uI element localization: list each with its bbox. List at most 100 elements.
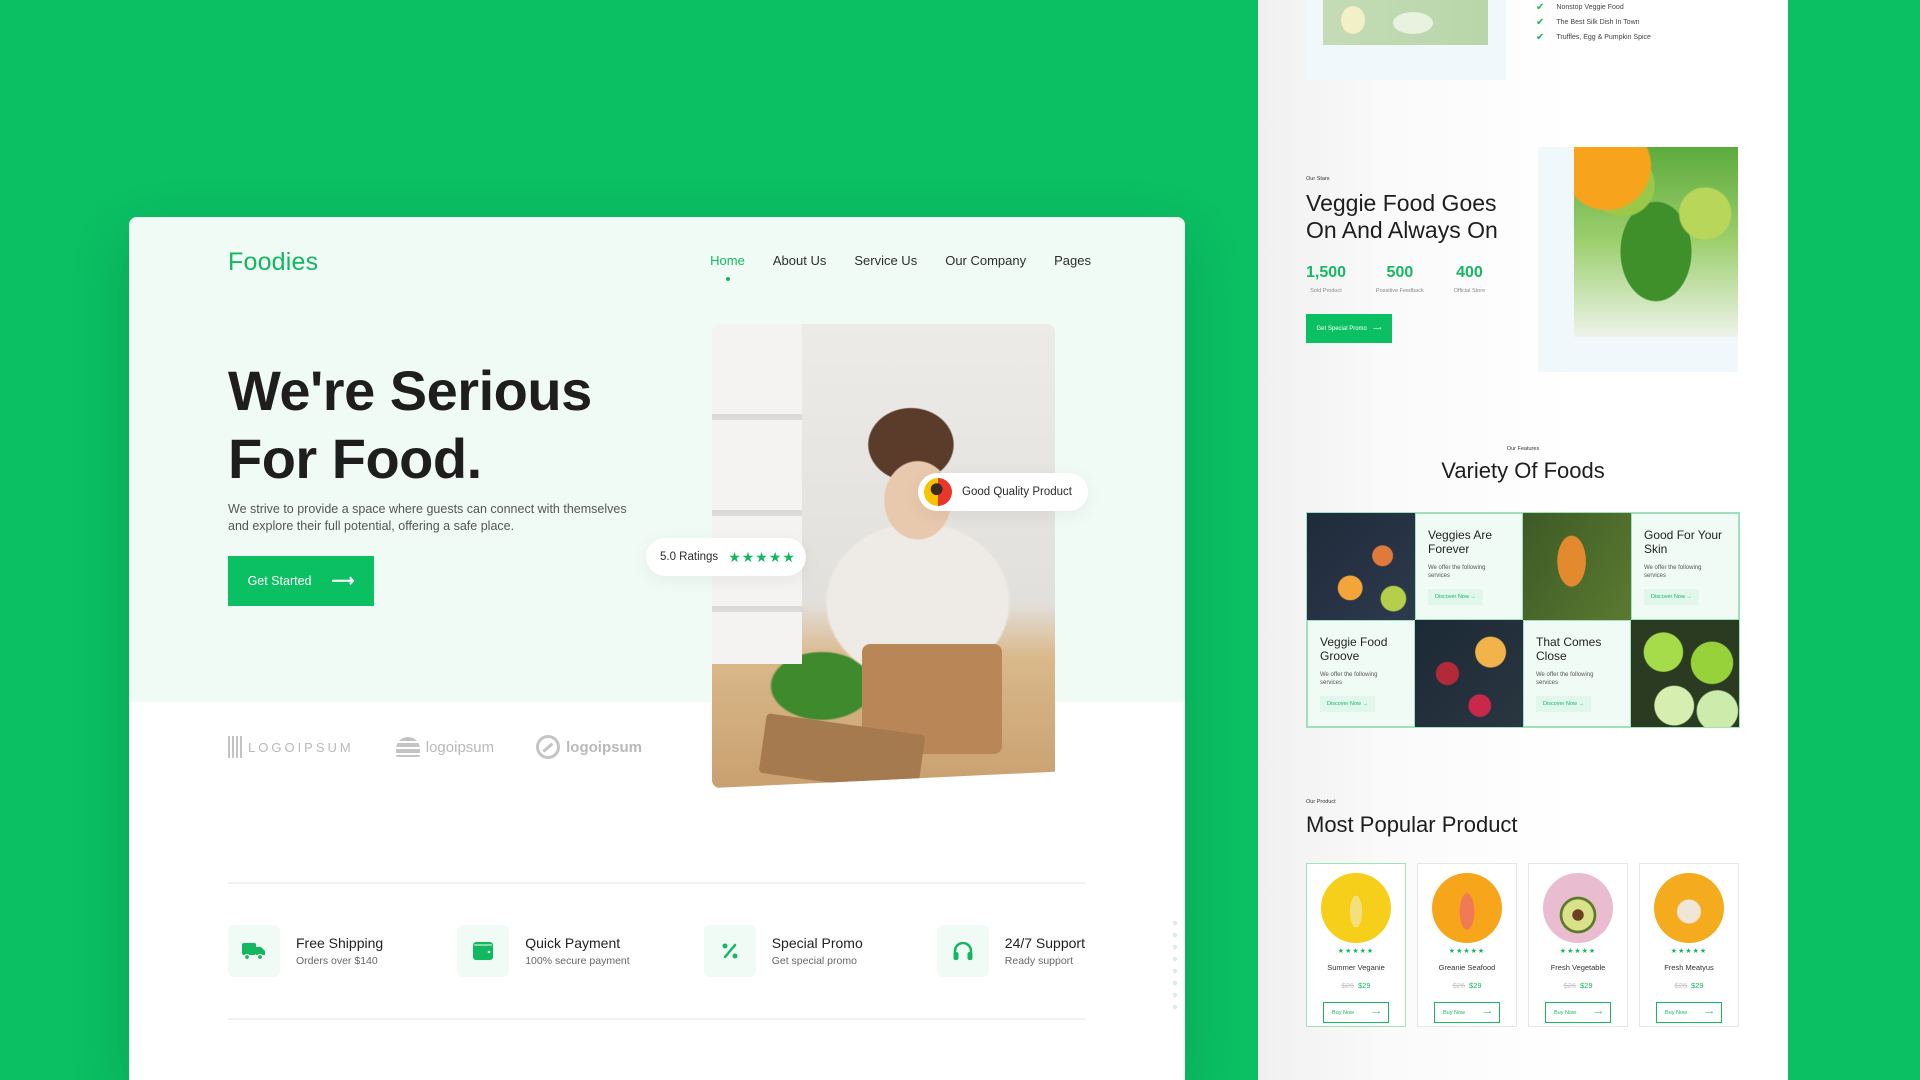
product-old-price: $26: [1674, 981, 1687, 990]
arrow-right-icon: ⟶: [331, 573, 355, 590]
papaya-tile-image: [1523, 513, 1631, 620]
truck-icon: [228, 925, 280, 977]
feature-card-good-for-skin: Good For Your Skin We offer the followin…: [1631, 513, 1739, 620]
checklist: ✔ ✔ Nonstop Veggie Food ✔ The Best Silk Di…: [1536, 0, 1651, 45]
nav-our-company[interactable]: Our Company: [945, 253, 1026, 268]
product-image: [1543, 873, 1613, 943]
landing-page-card: Foodies Home About Us Service Us Our Com…: [129, 217, 1185, 1080]
products-section-title: Most Popular Product: [1306, 812, 1518, 837]
product-price: $26 $29: [1563, 981, 1592, 990]
fruits-tile-image: [1415, 620, 1523, 727]
feature-title: Free Shipping: [296, 935, 384, 951]
dot-pattern-decoration-faint: [1169, 917, 1185, 1017]
stat-official-store: 400 Official Store: [1454, 264, 1485, 294]
discover-now-button[interactable]: Discover Now →: [1320, 696, 1375, 712]
star-rating-icon: ★★★★★: [1448, 948, 1486, 955]
stats-section-label: Our Stars: [1306, 176, 1330, 182]
checklist-text: The Best Silk Dish In Town: [1556, 19, 1640, 26]
product-name: Fresh Meatyus: [1664, 963, 1714, 972]
product-current-price: $29: [1691, 981, 1704, 990]
product-card[interactable]: ★★★★★ Fresh Vegetable $26 $29 Buy Now ⟶: [1528, 863, 1628, 1027]
product-current-price: $29: [1580, 981, 1593, 990]
quality-badge-label: Good Quality Product: [962, 486, 1072, 498]
feature-quick-payment: Quick Payment 100% secure payment: [457, 925, 630, 977]
arrow-right-icon: ⟶: [1483, 1009, 1491, 1016]
check-icon: ✔: [1536, 2, 1545, 13]
get-special-promo-label: Get Special Promo: [1316, 325, 1367, 332]
wallet-icon: [457, 925, 510, 977]
vegetables-tile-image: [1307, 513, 1415, 620]
partner-logo-text: logoipsum: [566, 738, 642, 756]
feature-card-title: Veggie Food Groove: [1320, 635, 1388, 663]
feature-subtitle: 100% secure payment: [525, 955, 630, 967]
nav-about-us[interactable]: About Us: [773, 253, 826, 268]
checklist-text: Nonstop Veggie Food: [1556, 4, 1624, 11]
partner-logo-3: logoipsum: [536, 735, 642, 759]
star-rating-icon: ★★★★★: [1559, 948, 1597, 955]
feature-card-title: That Comes Close: [1536, 635, 1602, 663]
discover-now-button[interactable]: Discover Now →: [1644, 589, 1699, 605]
arrow-right-icon: ⟶: [1705, 1009, 1713, 1016]
stat-label: Official Store: [1453, 288, 1486, 294]
buy-now-button[interactable]: Buy Now ⟶: [1656, 1002, 1722, 1023]
product-card[interactable]: ★★★★★ Summer Veganie $26 $29 Buy Now ⟶: [1306, 863, 1406, 1027]
product-card[interactable]: ★★★★★ Greanie Seafood $26 $29 Buy Now ⟶: [1417, 863, 1517, 1027]
headphones-icon: [936, 925, 989, 977]
feature-card-veggies-forever: Veggies Are Forever We offer the followi…: [1415, 513, 1523, 620]
star-rating-icon: ★★★★★: [1337, 948, 1375, 955]
bars-logo-icon: [228, 736, 242, 758]
partner-logo-2: logoipsum: [395, 737, 495, 757]
get-started-button[interactable]: Get Started ⟶: [228, 556, 374, 606]
stats-section-title: Veggie Food Goes On And Always On: [1306, 190, 1498, 244]
feature-support: 24/7 Support Ready support: [936, 925, 1085, 977]
products-section-label: Our Product: [1306, 799, 1336, 805]
feature-card-comes-close: That Comes Close We offer the following …: [1523, 620, 1631, 727]
feature-title: Special Promo: [771, 935, 863, 951]
stat-value: 400: [1456, 264, 1483, 281]
product-old-price: $26: [1563, 981, 1576, 990]
feature-title: Quick Payment: [525, 935, 621, 951]
star-rating-icon: ★★★★★: [728, 548, 796, 565]
nav-pages[interactable]: Pages: [1054, 253, 1091, 268]
buy-now-label: Buy Now: [1665, 1009, 1688, 1016]
divider: [228, 1018, 1085, 1020]
product-old-price: $26: [1341, 981, 1354, 990]
feature-title: 24/7 Support: [1004, 935, 1085, 951]
partner-logo-text: logoipsum: [425, 738, 495, 756]
stat-value: 500: [1386, 264, 1414, 281]
product-price: $26 $29: [1674, 981, 1703, 990]
buy-now-button[interactable]: Buy Now ⟶: [1545, 1002, 1611, 1023]
discover-now-button[interactable]: Discover Now →: [1536, 696, 1591, 712]
arrow-right-icon: ⟶: [1594, 1009, 1602, 1016]
feature-card-title: Veggies Are Forever: [1428, 528, 1493, 556]
buy-now-label: Buy Now: [1443, 1009, 1466, 1016]
buy-now-button[interactable]: Buy Now ⟶: [1434, 1002, 1500, 1023]
product-image: [1432, 873, 1502, 943]
arrow-right-icon: ⟶: [1372, 326, 1382, 332]
product-image: [1654, 873, 1724, 943]
hero-title-line-1: We're Serious: [228, 359, 592, 422]
product-image: [1321, 873, 1391, 943]
hero-title: We're Serious For Food.: [228, 357, 592, 493]
brand-logo[interactable]: Foodies: [228, 248, 318, 277]
divider: [228, 882, 1085, 884]
stats-row: 1,500 Sold Product 500 Possitive Feedback …: [1306, 264, 1485, 294]
product-current-price: $29: [1469, 981, 1482, 990]
partner-logo-text: LOGOIPSUM: [248, 739, 354, 755]
stats-title-line-1: Veggie Food Goes: [1306, 190, 1497, 216]
buy-now-label: Buy Now: [1554, 1009, 1577, 1016]
buy-now-button[interactable]: Buy Now ⟶: [1323, 1002, 1389, 1023]
feature-card-subtitle: We offer the following services: [1320, 672, 1378, 686]
nav-service-us[interactable]: Service Us: [854, 253, 917, 268]
feature-subtitle: Ready support: [1004, 955, 1074, 967]
checklist-text: Truffles, Egg & Pumpkin Spice: [1556, 34, 1651, 41]
checklist-item: ✔ Nonstop Veggie Food: [1536, 0, 1651, 15]
get-special-promo-button[interactable]: Get Special Promo ⟶: [1306, 314, 1392, 343]
discover-now-button[interactable]: Discover Now →: [1428, 589, 1483, 605]
arrow-right-icon: ⟶: [1372, 1009, 1380, 1016]
feature-special-promo: Special Promo Get special promo: [703, 925, 863, 977]
nav-home[interactable]: Home: [710, 253, 745, 281]
feature-free-shipping: Free Shipping Orders over $140: [228, 925, 383, 977]
hero-title-line-2: For Food.: [228, 427, 482, 490]
product-card[interactable]: ★★★★★ Fresh Meatyus $26 $29 Buy Now ⟶: [1639, 863, 1739, 1027]
